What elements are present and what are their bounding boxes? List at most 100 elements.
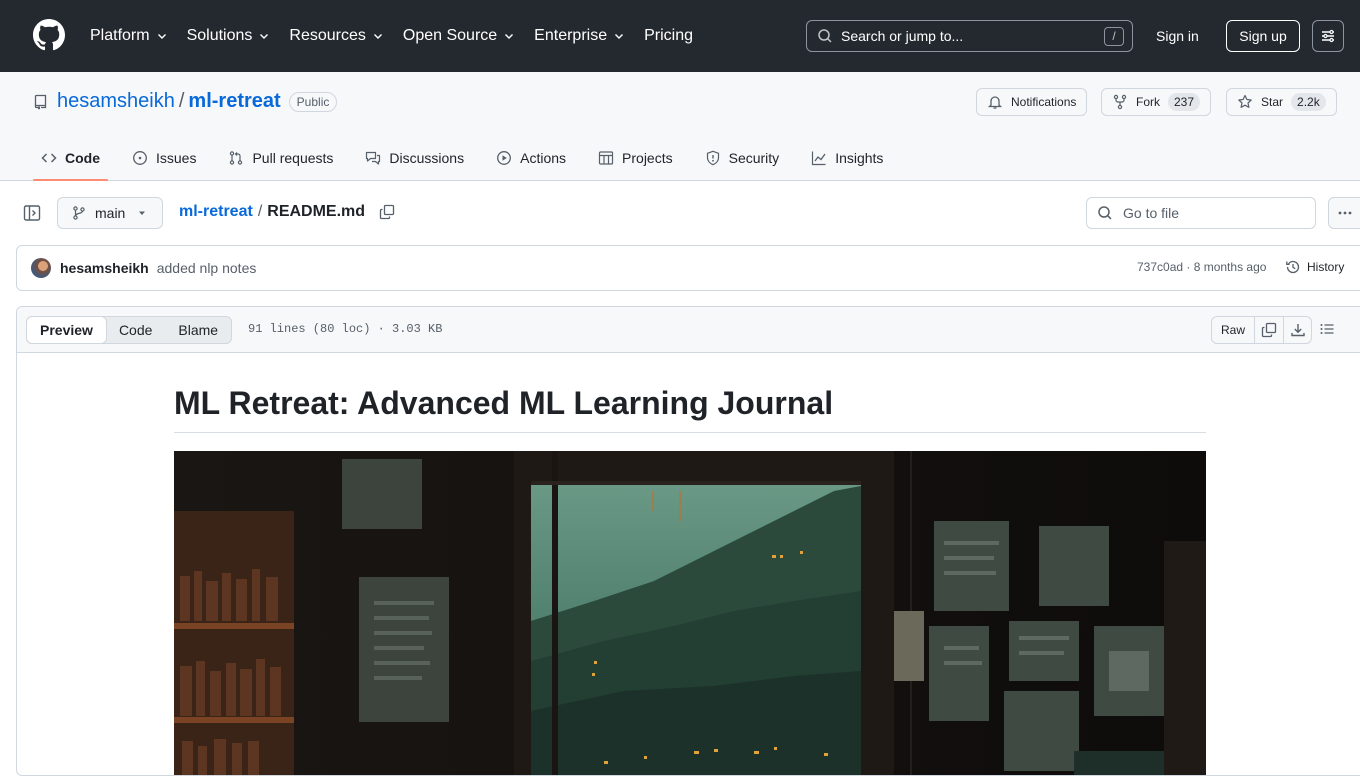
star-button[interactable]: Star 2.2k [1226,88,1337,116]
file-breadcrumb: ml-retreat / README.md [179,203,395,221]
global-header: Platform Solutions Resources Open Source… [0,0,1360,72]
view-mode-switch: Preview Code Blame [26,316,233,344]
tab-issues[interactable]: Issues [124,136,204,180]
chevron-down-icon [615,34,624,39]
repo-title: hesamsheikh / ml-retreat Public [33,90,338,113]
sign-up-button[interactable]: Sign up [1226,20,1300,52]
nav-label: Pricing [644,27,693,44]
blame-mode-button[interactable]: Blame [165,317,231,343]
raw-button[interactable]: Raw [1212,317,1256,343]
repo-icon [34,94,47,109]
nav-platform[interactable]: Platform [90,27,168,45]
chevron-down-icon [505,34,514,39]
nav-resources[interactable]: Resources [289,27,383,45]
repo-owner-link[interactable]: hesamsheikh [57,90,175,113]
readme-cover-image [174,451,1206,775]
discussion-icon [366,151,381,165]
search-icon [1098,206,1112,220]
readme-heading: ML Retreat: Advanced ML Learning Journal [174,385,1206,433]
nav-label: Platform [90,27,150,44]
breadcrumb-repo-link[interactable]: ml-retreat [179,203,253,221]
nav-label: Solutions [186,27,253,44]
file-tree-toggle-button[interactable] [22,203,42,223]
tab-pull-requests[interactable]: Pull requests [220,136,341,180]
tab-label: Projects [622,150,673,166]
tab-actions[interactable]: Actions [488,136,574,180]
notifications-button[interactable]: Notifications [976,88,1088,116]
go-to-file-input[interactable]: Go to file [1086,197,1316,229]
visibility-badge: Public [288,91,338,112]
tab-projects[interactable]: Projects [590,136,681,180]
header-menu-button[interactable] [1312,20,1344,52]
nav-solutions[interactable]: Solutions [187,27,271,45]
file-viewer: Preview Code Blame 91 lines (80 loc) · 3… [16,306,1360,776]
outline-button[interactable] [1319,321,1335,337]
copy-path-icon[interactable] [379,204,395,220]
download-button[interactable] [1283,317,1311,343]
tab-label: Issues [156,150,197,166]
commit-author-link[interactable]: hesamsheikh [60,260,149,276]
github-logo-icon[interactable] [33,19,65,51]
fork-icon [1113,94,1127,110]
copy-raw-button[interactable] [1255,317,1283,343]
nav-open-source[interactable]: Open Source [403,27,515,45]
sign-in-link[interactable]: Sign in [1144,20,1211,52]
sliders-icon [1322,29,1334,43]
tab-label: Pull requests [252,150,334,166]
nav-label: Enterprise [534,27,608,44]
history-link[interactable]: History [1285,259,1344,275]
branch-name: main [95,205,126,221]
nav-label: Resources [289,27,366,44]
go-to-file-placeholder: Go to file [1123,205,1180,221]
history-label: History [1307,260,1345,274]
bell-icon [987,96,1003,109]
tab-label: Code [65,150,100,166]
breadcrumb-separator: / [257,203,263,220]
issue-icon [133,151,147,165]
repo-tabs: Code Issues Pull requests Discussions Ac… [33,136,907,181]
file-actions-group: Raw [1211,316,1313,344]
pixel-art-room-illustration [174,451,1206,775]
table-icon [598,151,614,165]
search-placeholder: Search or jump to... [841,28,964,44]
tab-discussions[interactable]: Discussions [357,136,472,180]
avatar[interactable] [31,258,51,278]
tab-security[interactable]: Security [697,136,788,180]
global-search-input[interactable]: Search or jump to... / [806,20,1133,52]
fork-label: Fork [1136,95,1160,109]
commit-message-link[interactable]: added nlp notes [157,260,257,276]
repo-header: hesamsheikh / ml-retreat Public Notifica… [0,72,1360,181]
tab-label: Security [728,150,780,166]
repo-name-link[interactable]: ml-retreat [188,90,280,113]
commit-meta[interactable]: 737c0ad · 8 months ago [1137,260,1266,274]
fork-button[interactable]: Fork 237 [1101,88,1212,116]
git-branch-icon [73,206,85,220]
caret-down-icon [139,211,146,215]
play-icon [497,151,512,165]
code-mode-button[interactable]: Code [106,317,165,343]
tab-label: Discussions [389,150,465,166]
copy-icon [1261,322,1277,338]
pull-request-icon [230,151,243,165]
nav-label: Open Source [402,27,498,44]
file-navigation-bar: main ml-retreat / README.md Go to file [0,181,1360,245]
chevron-down-icon [260,34,269,39]
preview-mode-button[interactable]: Preview [26,316,107,344]
file-toolbar: Preview Code Blame 91 lines (80 loc) · 3… [17,307,1360,353]
search-shortcut-key: / [1104,27,1124,46]
tab-label: Insights [835,150,884,166]
graph-icon [812,151,826,166]
tab-insights[interactable]: Insights [803,136,891,180]
nav-enterprise[interactable]: Enterprise [534,27,625,45]
notifications-label: Notifications [1011,95,1077,109]
nav-pricing[interactable]: Pricing [644,27,693,45]
chevron-down-icon [157,34,166,39]
file-info: 91 lines (80 loc) · 3.03 KB [248,322,443,336]
search-icon [818,29,832,43]
tab-code[interactable]: Code [33,136,108,181]
more-options-button[interactable] [1328,197,1360,229]
download-icon [1290,324,1305,337]
latest-commit-bar: hesamsheikh added nlp notes 737c0ad · 8 … [16,245,1360,291]
branch-selector-button[interactable]: main [57,197,163,229]
breadcrumb-file-name: README.md [267,203,366,220]
